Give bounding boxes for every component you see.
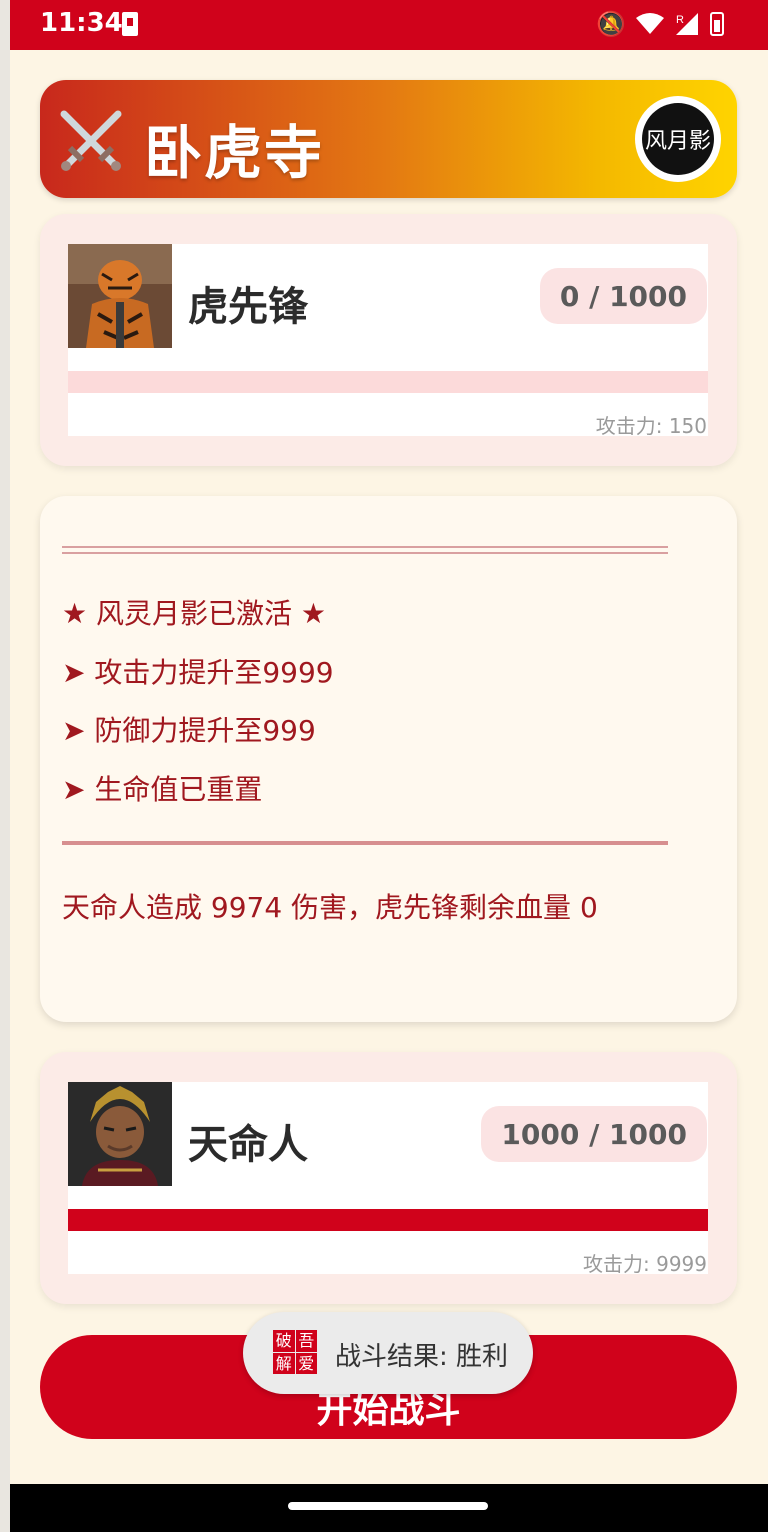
battle-log-card: ★ 风灵月影已激活 ★ ➤ 攻击力提升至9999 ➤ 防御力提升至999 ➤ 生… [40, 496, 737, 1022]
enemy-attack-label: 攻击力: 150 [595, 414, 707, 438]
log-line-health: ➤ 生命值已重置 [62, 773, 263, 806]
sim-card-icon [122, 12, 138, 36]
player-attack-label: 攻击力: 9999 [583, 1252, 707, 1276]
enemy-hp-bar [68, 371, 708, 393]
signal-roaming-icon: R [676, 13, 698, 35]
crossed-swords-icon [60, 110, 122, 171]
logo-avatar[interactable]: 风月影 [635, 96, 721, 182]
log-divider-top [62, 546, 668, 554]
phone-screen: 11:34 🔕 R 卧虎寺 风月影 虎先锋 0 / 1000 攻击力: 150 … [10, 0, 768, 1532]
app-seal-icon: 破 吾 解 爱 [273, 1330, 317, 1374]
log-divider-bottom [62, 841, 668, 845]
toast-message: 战斗结果: 胜利 [335, 1342, 509, 1372]
wifi-icon [636, 13, 664, 34]
battery-charging-icon [710, 12, 724, 36]
seal-char: 解 [273, 1352, 295, 1374]
log-line-defense: ➤ 防御力提升至999 [62, 714, 316, 747]
enemy-hp-pill: 0 / 1000 [539, 268, 707, 324]
seal-char: 爱 [295, 1352, 317, 1374]
app-title: 卧虎寺 [144, 119, 325, 187]
player-card: 天命人 1000 / 1000 攻击力: 9999 [40, 1052, 737, 1304]
header-banner: 卧虎寺 风月影 [40, 80, 737, 198]
mute-icon: 🔕 [596, 10, 626, 38]
log-line-activated: ★ 风灵月影已激活 ★ [62, 597, 327, 630]
seal-char: 吾 [295, 1330, 317, 1352]
enemy-name: 虎先锋 [188, 284, 308, 330]
svg-text:R: R [676, 14, 684, 26]
status-bar: 11:34 🔕 R [10, 0, 768, 50]
status-time: 11:34 [40, 8, 123, 38]
player-hp-fill [68, 1209, 708, 1231]
enemy-avatar [68, 244, 172, 348]
enemy-card: 虎先锋 0 / 1000 攻击力: 150 [40, 214, 737, 466]
log-result-line: 天命人造成 9974 伤害，虎先锋剩余血量 0 [62, 891, 598, 924]
navigation-bar [10, 1484, 768, 1532]
battle-result-toast: 破 吾 解 爱 战斗结果: 胜利 [243, 1312, 533, 1394]
status-icons: 🔕 R [596, 10, 724, 38]
seal-char: 破 [273, 1330, 295, 1352]
logo-text: 风月影 [642, 103, 714, 175]
background-window-edge [0, 0, 10, 1532]
player-avatar [68, 1082, 172, 1186]
log-line-attack: ➤ 攻击力提升至9999 [62, 656, 334, 689]
player-name: 天命人 [188, 1122, 308, 1168]
player-hp-bar [68, 1209, 708, 1231]
home-gesture-handle[interactable] [288, 1502, 488, 1510]
player-hp-pill: 1000 / 1000 [481, 1106, 707, 1162]
